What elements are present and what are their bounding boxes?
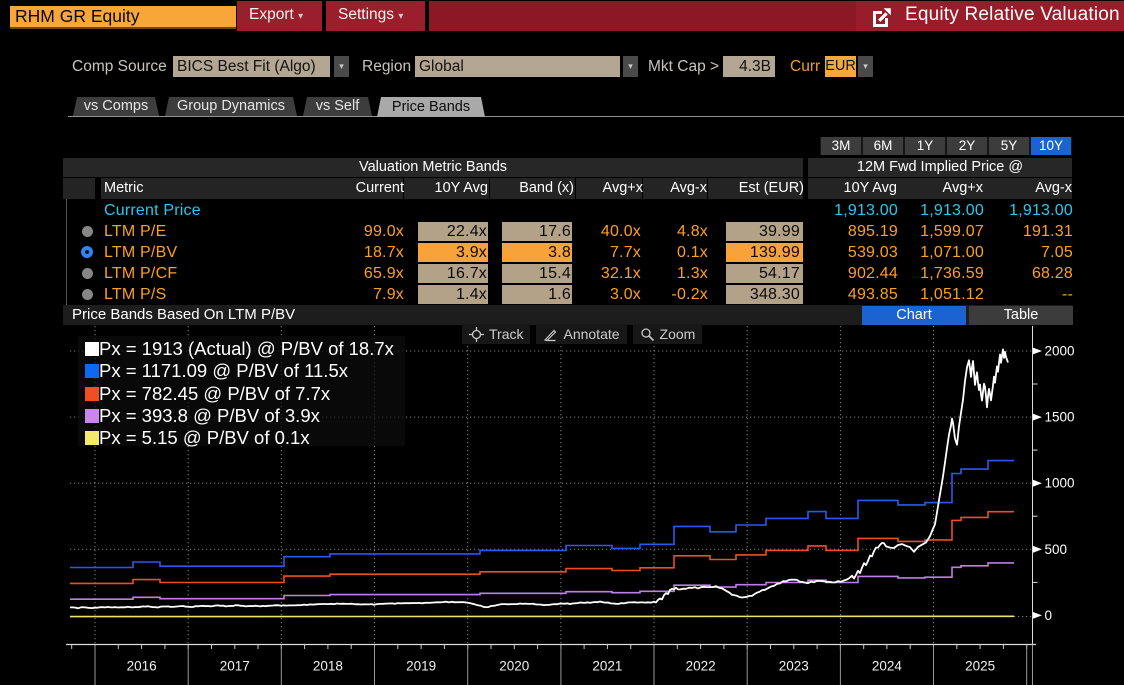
svg-text:2023: 2023 — [779, 659, 809, 674]
svg-text:0: 0 — [1045, 608, 1053, 623]
svg-text:2018: 2018 — [313, 659, 343, 674]
svg-text:2019: 2019 — [406, 659, 436, 674]
svg-text:2024: 2024 — [872, 659, 903, 674]
svg-text:2020: 2020 — [499, 659, 529, 674]
svg-text:1000: 1000 — [1045, 476, 1075, 491]
svg-text:2025: 2025 — [965, 659, 995, 674]
svg-text:2000: 2000 — [1045, 344, 1075, 359]
svg-text:2021: 2021 — [592, 659, 622, 674]
svg-text:500: 500 — [1045, 542, 1068, 557]
svg-text:2016: 2016 — [127, 659, 157, 674]
svg-text:2022: 2022 — [686, 659, 716, 674]
svg-text:1500: 1500 — [1045, 410, 1075, 425]
svg-text:2017: 2017 — [220, 659, 250, 674]
